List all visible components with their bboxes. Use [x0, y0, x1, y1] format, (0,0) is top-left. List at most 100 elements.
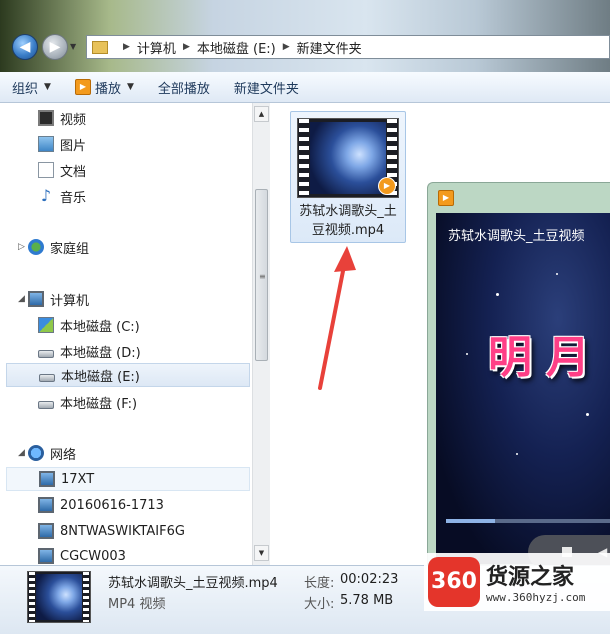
nav-item-drive-c[interactable]: 本地磁盘 (C:): [38, 313, 140, 337]
play-all-label: 全部播放: [157, 81, 210, 97]
watermark-logo: 360: [428, 557, 480, 607]
nav-item-computer[interactable]: 计算机: [28, 287, 89, 311]
nav-item-label: 音乐: [60, 190, 87, 206]
organize-label: 组织: [12, 81, 39, 97]
star: [466, 353, 468, 355]
file-item-video[interactable]: ▶ 苏轼水调歌头_土 豆视频.mp4: [290, 111, 406, 243]
nav-item-network-17xt[interactable]: 17XT: [6, 467, 250, 491]
window-titlebar: ◀ ▶ ▼ ▶ 计算机 ▶ 本地磁盘 (E:) ▶ 新建文件夹: [0, 0, 610, 72]
star: [496, 293, 499, 296]
chevron-right-icon[interactable]: ▶: [183, 42, 190, 52]
caret-down-icon: ▼: [44, 82, 51, 92]
video-progress-bar[interactable]: [446, 519, 610, 523]
back-button[interactable]: ◀: [12, 34, 38, 60]
picture-library-icon: [38, 136, 54, 152]
navigation-pane: 视频 图片 文档 ♪ 音乐 ▷ 家庭组 ◢ 计算机 本地磁盘 (C:) 本地磁盘…: [0, 103, 252, 565]
file-name-line: 苏轼水调歌头_土: [299, 204, 397, 219]
nav-item-label: 8NTWASWIKTAIF6G: [60, 523, 185, 539]
nav-item-homegroup[interactable]: 家庭组: [28, 235, 89, 259]
star: [556, 273, 558, 275]
details-file-name: 苏轼水调歌头_土豆视频.mp4: [108, 576, 278, 591]
hard-drive-icon: [38, 401, 54, 409]
annotation-arrow: [318, 246, 356, 390]
file-name-line: 豆视频.mp4: [311, 223, 385, 238]
details-size-value: 5.78 MB: [340, 593, 394, 608]
organize-button[interactable]: 组织 ▼: [0, 72, 63, 102]
nav-item-pictures[interactable]: 图片: [38, 132, 86, 156]
watermark: 360 货源之家 www.360hyzj.com: [424, 553, 610, 611]
nav-item-label: 家庭组: [50, 241, 90, 257]
watermark-url: www.360hyzj.com: [486, 591, 586, 604]
address-segment-computer[interactable]: 计算机: [137, 38, 176, 57]
new-folder-button[interactable]: 新建文件夹: [222, 72, 311, 102]
nav-item-label: 本地磁盘 (F:): [60, 396, 138, 412]
network-computer-icon: [38, 497, 54, 513]
nav-item-label: 本地磁盘 (E:): [61, 369, 140, 385]
collapse-arrow-icon[interactable]: ◢: [18, 448, 25, 458]
hard-drive-icon: [38, 350, 54, 358]
details-length-label: 长度:: [304, 576, 335, 591]
recent-pages-dropdown[interactable]: ▼: [70, 42, 76, 51]
network-computer-icon: [38, 523, 54, 539]
video-screen[interactable]: 苏轼水调歌头_土豆视频 明月 ◀: [436, 213, 610, 569]
nav-item-label: CGCW003: [60, 548, 126, 564]
nav-item-network[interactable]: 网络: [28, 441, 76, 465]
computer-icon: [28, 291, 44, 307]
film-strip-icon: [83, 572, 89, 622]
details-thumbnail: [27, 571, 91, 623]
address-segment-new-folder[interactable]: 新建文件夹: [297, 38, 362, 57]
scrollbar-thumb[interactable]: ≡: [255, 189, 268, 361]
nav-item-label: 本地磁盘 (C:): [60, 319, 140, 335]
hard-drive-icon: [39, 374, 55, 382]
video-caption-text: 明月: [488, 332, 604, 383]
nav-item-drive-d[interactable]: 本地磁盘 (D:): [38, 339, 141, 363]
folder-icon: [92, 40, 108, 54]
progress-fill: [446, 519, 496, 523]
music-note-icon: ♪: [40, 186, 52, 205]
network-icon: [28, 445, 44, 461]
nav-item-music[interactable]: ♪ 音乐: [38, 184, 86, 208]
play-button[interactable]: ▶ 播放 ▼: [63, 72, 146, 102]
video-title: 苏轼水调歌头_土豆视频: [448, 229, 585, 244]
play-label: 播放: [94, 81, 121, 97]
star: [516, 453, 518, 455]
thumbnail-image: [310, 122, 386, 194]
network-computer-icon: [39, 471, 55, 487]
scroll-up-arrow-icon[interactable]: ▲: [254, 106, 269, 122]
system-drive-icon: [38, 317, 54, 333]
forward-button[interactable]: ▶: [42, 34, 68, 60]
film-strip-icon: [29, 572, 35, 622]
new-folder-label: 新建文件夹: [233, 81, 299, 97]
nav-item-network-pc[interactable]: 20160616-1713: [38, 493, 164, 517]
nav-item-network-pc[interactable]: CGCW003: [38, 544, 126, 565]
chevron-right-icon[interactable]: ▶: [123, 42, 130, 52]
nav-item-label: 17XT: [61, 471, 95, 487]
address-bar[interactable]: ▶ 计算机 ▶ 本地磁盘 (E:) ▶ 新建文件夹: [86, 35, 610, 59]
nav-item-label: 计算机: [50, 293, 90, 309]
nav-item-drive-e[interactable]: 本地磁盘 (E:): [6, 363, 250, 387]
details-size-label: 大小:: [304, 597, 335, 612]
file-name: 苏轼水调歌头_土 豆视频.mp4: [293, 202, 403, 240]
thumbnail-image: [36, 574, 82, 620]
nav-item-drive-f[interactable]: 本地磁盘 (F:): [38, 390, 137, 414]
details-length-value: 00:02:23: [340, 572, 399, 587]
nav-item-videos[interactable]: 视频: [38, 106, 86, 130]
nav-item-network-pc[interactable]: 8NTWASWIKTAIF6G: [38, 519, 185, 543]
star: [586, 413, 589, 416]
address-segment-drive-e[interactable]: 本地磁盘 (E:): [197, 38, 276, 57]
chevron-right-icon[interactable]: ▶: [283, 42, 290, 52]
nav-item-label: 图片: [60, 138, 87, 154]
media-player-window[interactable]: ▶ 苏轼水调歌头_土豆视频 明月 ◀: [427, 182, 610, 569]
collapse-arrow-icon[interactable]: ◢: [18, 294, 25, 304]
network-computer-icon: [38, 548, 54, 564]
navigation-scrollbar[interactable]: ▲ ≡ ▼: [252, 103, 270, 565]
nav-item-label: 文档: [60, 164, 87, 180]
expand-arrow-icon[interactable]: ▷: [18, 242, 25, 252]
scroll-down-arrow-icon[interactable]: ▼: [254, 545, 269, 561]
media-player-icon: ▶: [438, 190, 454, 206]
nav-item-documents[interactable]: 文档: [38, 158, 86, 182]
video-thumbnail: ▶: [297, 118, 399, 198]
details-file-type: MP4 视频: [108, 597, 166, 612]
play-all-button[interactable]: 全部播放: [146, 72, 222, 102]
media-player-icon: ▶: [378, 177, 396, 195]
